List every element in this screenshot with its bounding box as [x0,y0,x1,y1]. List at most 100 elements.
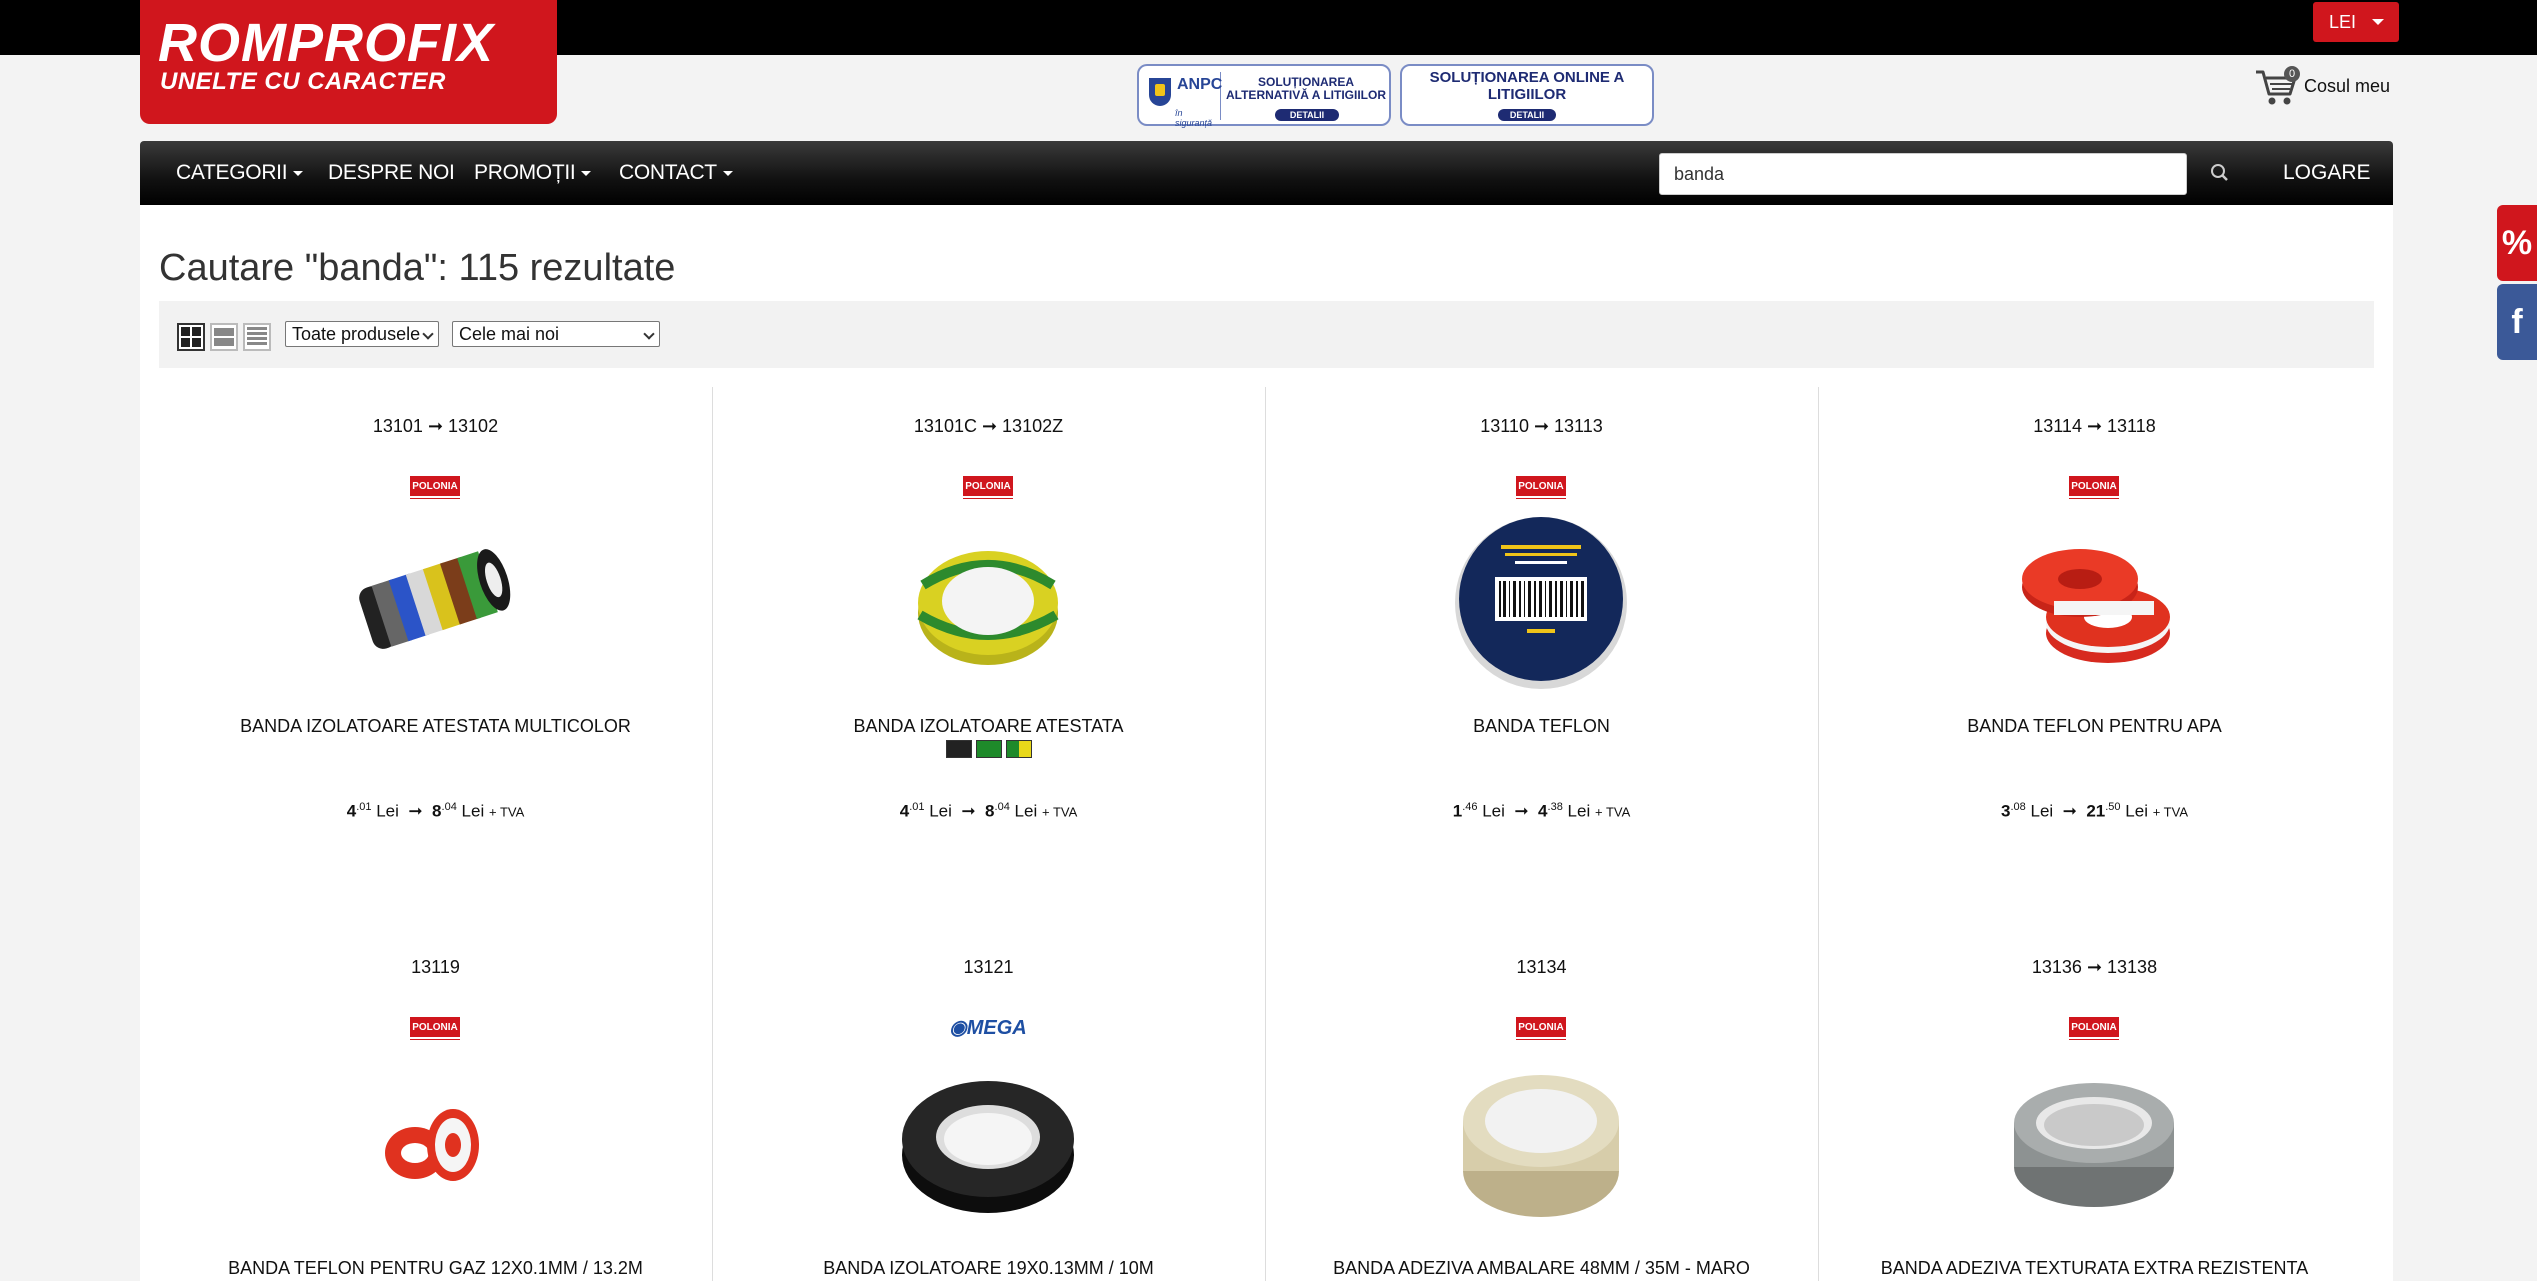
swatch-green[interactable] [975,740,1002,758]
nav-categorii[interactable]: CATEGORII [176,141,304,205]
list-icon [214,328,234,346]
search-button[interactable] [2200,153,2240,193]
chevron-down-icon [2372,19,2384,25]
brand-logo: POLONIA [1511,1017,1571,1041]
anpc-logo: ANPC în siguranță [1145,72,1222,128]
site-logo[interactable]: ROMPROFIX UNELTE CU CARACTER [140,0,557,124]
product-code: 13101 ➞ 13102 [372,416,499,436]
product-image[interactable] [1984,505,2204,695]
facebook-icon[interactable]: f [2497,284,2537,360]
product-filter-select[interactable]: Toate produsele [285,321,439,347]
price-min-dec: .46 [1462,801,1478,813]
price-min-int: 1 [1452,801,1463,821]
product-image[interactable] [1984,1047,2204,1237]
column-divider [1818,387,1819,1281]
product-name[interactable]: BANDA TEFLON PENTRU APA [1818,716,2371,737]
product-code: 13101C ➞ 13102Z [913,416,1064,436]
column-divider [1265,387,1266,1281]
product-image[interactable] [325,505,545,695]
product-image[interactable] [878,1047,1098,1237]
filter-select-value: Toate produsele [292,323,421,344]
price-min-dec: .01 [356,801,372,813]
product-price: 4.01 Lei ➞ 8.04 Lei + TVA [346,801,525,821]
currency-label: Lei [2125,801,2148,821]
results-toolbar: Toate produsele Cele mai noi [159,301,2374,368]
vat-label: + TVA [1594,804,1631,820]
brand-logo: ◉MEGA [938,1015,1038,1039]
currency-label: Lei [376,801,399,821]
sol-details-button[interactable]: DETALII [1498,109,1556,121]
caret-down-icon [293,170,304,176]
main-navbar: CATEGORII DESPRE NOI PROMOȚII CONTACT LO… [140,141,2393,205]
logo-tagline: UNELTE CU CARACTER [160,68,446,95]
cart-link[interactable]: 0 Cosul meu [2254,64,2404,114]
sort-select[interactable]: Cele mai noi [452,321,660,347]
brand-label: POLONIA [410,476,460,498]
price-max-dec: .04 [994,801,1010,813]
product-image[interactable] [1431,1047,1651,1237]
currency-label: Lei [929,801,952,821]
product-image[interactable] [1431,505,1651,695]
nav-despre-noi-label: DESPRE NOI [328,161,455,184]
swatch-black[interactable] [945,740,972,758]
price-max-int: 21 [2086,801,2106,821]
brand-name: MEGA [966,1017,1027,1039]
vat-label: + TVA [488,804,525,820]
nav-contact[interactable]: CONTACT [619,141,733,205]
price-max-dec: .04 [441,801,457,813]
nav-despre-noi[interactable]: DESPRE NOI [328,141,455,205]
login-link[interactable]: LOGARE [2283,141,2371,205]
page-title: Cautare "banda": 115 rezultate [159,247,676,289]
search-icon [2211,164,2228,181]
price-min-dec: .08 [2010,801,2026,813]
caret-down-icon [722,170,733,176]
price-min-int: 4 [346,801,357,821]
anpc-sal-badge[interactable]: ANPC în siguranță SOLUȚIONAREA ALTERNATI… [1137,64,1391,128]
brand-label: POLONIA [963,476,1013,498]
nav-contact-label: CONTACT [619,161,717,184]
currency-label: Lei [461,801,485,821]
nav-promotii-label: PROMOȚII [474,161,576,184]
product-name[interactable]: BANDA ADEZIVA TEXTURATA EXTRA REZISTENTA [1818,1258,2371,1279]
price-max-dec: .50 [2105,801,2121,813]
product-code: 13121 [963,957,1014,977]
shield-icon [1149,78,1171,106]
sal-details-button[interactable]: DETALII [1275,109,1339,121]
product-name[interactable]: BANDA IZOLATOARE ATESTATA [712,716,1265,737]
product-image[interactable] [878,505,1098,695]
product-name[interactable]: BANDA IZOLATOARE 19X0.13MM / 10M [712,1258,1265,1279]
product-code: 13114 ➞ 13118 [2033,416,2156,436]
product-image[interactable] [325,1047,545,1237]
product-name[interactable]: BANDA IZOLATOARE ATESTATA MULTICOLOR [159,716,712,737]
brand-logo: POLONIA [405,1017,465,1041]
brand-logo: POLONIA [2064,476,2124,500]
logo-wordmark: ROMPROFIX [158,13,495,73]
list-view-button[interactable] [210,323,238,351]
sal-text: SOLUȚIONAREA ALTERNATIVĂ A LITIGIILOR [1226,75,1386,103]
product-name[interactable]: BANDA ADEZIVA AMBALARE 48MM / 35M - MARO [1265,1258,1818,1279]
product-name[interactable]: BANDA TEFLON [1265,716,1818,737]
sol-text: SOLUȚIONAREA ONLINE A LITIGIILOR [1429,69,1625,103]
column-divider [712,387,713,1281]
price-min-dec: .01 [909,801,925,813]
swatch-green-yellow[interactable] [1005,740,1032,758]
sort-select-value: Cele mai noi [459,323,560,344]
price-max-int: 8 [985,801,995,821]
currency-selector[interactable]: LEI [2313,2,2399,42]
product-code: 13136 ➞ 13138 [2031,957,2158,977]
cart-label: Cosul meu [2304,76,2391,96]
product-name[interactable]: BANDA TEFLON PENTRU GAZ 12X0.1MM / 13.2M [159,1258,712,1279]
compact-view-button[interactable] [243,323,271,351]
nav-promotii[interactable]: PROMOȚII [474,141,592,205]
brand-logo: POLONIA [958,476,1018,500]
anpc-sol-badge[interactable]: SOLUȚIONAREA ONLINE A LITIGIILOR DETALII [1400,64,1654,126]
search-input[interactable] [1659,153,2187,195]
product-price: 3.08 Lei ➞ 21.50 Lei + TVA [2001,801,2188,821]
discount-tab[interactable]: % [2497,205,2537,281]
color-swatches [712,740,1265,763]
brand-label: POLONIA [2069,476,2119,498]
price-min-int: 4 [899,801,910,821]
grid-view-button[interactable] [177,323,205,351]
currency-label: Lei [1567,801,1591,821]
brand-logo: POLONIA [405,476,465,500]
